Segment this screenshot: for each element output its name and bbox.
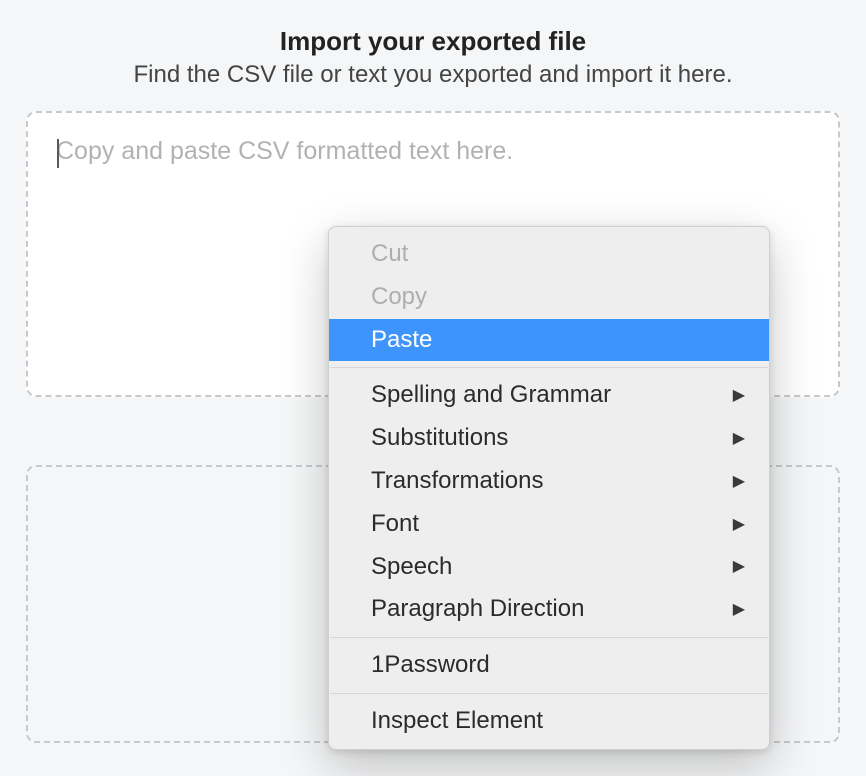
menu-item-label: Inspect Element bbox=[371, 704, 543, 739]
chevron-right-icon: ▶ bbox=[733, 513, 745, 536]
context-menu-substitutions[interactable]: Substitutions ▶ bbox=[329, 417, 769, 460]
menu-separator bbox=[330, 693, 768, 694]
chevron-right-icon: ▶ bbox=[733, 470, 745, 493]
context-menu-spelling-grammar[interactable]: Spelling and Grammar ▶ bbox=[329, 374, 769, 417]
context-menu-transformations[interactable]: Transformations ▶ bbox=[329, 460, 769, 503]
menu-separator bbox=[330, 637, 768, 638]
menu-item-label: Paste bbox=[371, 323, 432, 358]
context-menu-1password[interactable]: 1Password bbox=[329, 644, 769, 687]
menu-item-label: Font bbox=[371, 507, 419, 542]
chevron-right-icon: ▶ bbox=[733, 427, 745, 450]
menu-item-label: Copy bbox=[371, 280, 427, 315]
menu-item-label: Substitutions bbox=[371, 421, 508, 456]
chevron-right-icon: ▶ bbox=[733, 598, 745, 621]
page-header: Import your exported file Find the CSV f… bbox=[0, 0, 866, 89]
context-menu-paragraph-direction[interactable]: Paragraph Direction ▶ bbox=[329, 588, 769, 631]
menu-item-label: Paragraph Direction bbox=[371, 592, 584, 627]
context-menu-copy: Copy bbox=[329, 276, 769, 319]
menu-separator bbox=[330, 367, 768, 368]
chevron-right-icon: ▶ bbox=[733, 555, 745, 578]
context-menu-font[interactable]: Font ▶ bbox=[329, 503, 769, 546]
chevron-right-icon: ▶ bbox=[733, 384, 745, 407]
menu-item-label: 1Password bbox=[371, 648, 490, 683]
menu-item-label: Transformations bbox=[371, 464, 544, 499]
menu-item-label: Spelling and Grammar bbox=[371, 378, 611, 413]
text-caret bbox=[57, 139, 59, 168]
page-title: Import your exported file bbox=[0, 26, 866, 57]
page-subtitle: Find the CSV file or text you exported a… bbox=[0, 61, 866, 89]
menu-item-label: Cut bbox=[371, 237, 408, 272]
menu-item-label: Speech bbox=[371, 550, 452, 585]
context-menu: Cut Copy Paste Spelling and Grammar ▶ Su… bbox=[328, 226, 770, 750]
context-menu-speech[interactable]: Speech ▶ bbox=[329, 546, 769, 589]
context-menu-paste[interactable]: Paste bbox=[329, 319, 769, 362]
context-menu-cut: Cut bbox=[329, 233, 769, 276]
context-menu-inspect-element[interactable]: Inspect Element bbox=[329, 700, 769, 743]
